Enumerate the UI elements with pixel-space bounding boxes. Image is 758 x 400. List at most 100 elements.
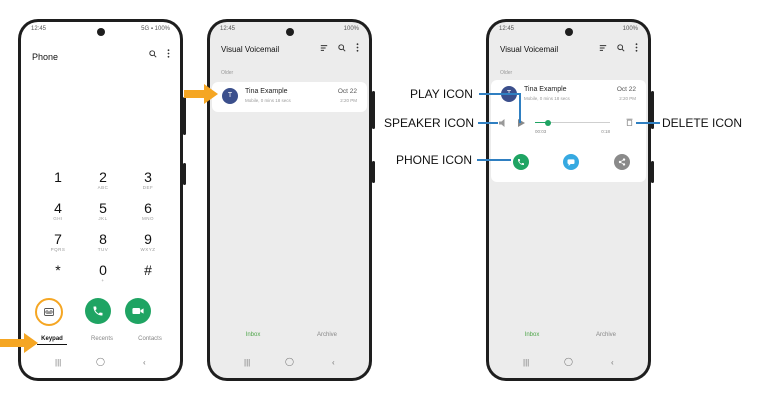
battery-level: 100% [622, 26, 638, 32]
delete-icon-callout: DELETE ICON [662, 116, 743, 130]
search-icon[interactable] [338, 43, 346, 52]
home-icon[interactable]: ◯ [285, 357, 294, 366]
status-time: 12:45 [499, 26, 515, 32]
status-bar: 12:45 100% [499, 26, 638, 32]
battery-level: 100% [154, 26, 170, 32]
bottom-tabs: Inbox Archive [210, 332, 369, 344]
bottom-tabs: Inbox Archive [489, 332, 648, 344]
back-icon[interactable]: ‹ [611, 358, 614, 367]
battery-level: 100% [343, 26, 359, 32]
voicemail-date: Oct 22 [337, 88, 357, 95]
key-star[interactable]: * [38, 263, 78, 283]
page-title: Visual Voicemail [221, 45, 280, 54]
phone-icon [93, 306, 103, 316]
filter-icon[interactable] [599, 44, 607, 52]
call-details: Mobile, 0 mins 18 secs [524, 96, 570, 101]
delete-icon[interactable] [626, 118, 633, 126]
power-button [372, 161, 375, 183]
system-navbar: ||| ◯ ‹ [489, 357, 648, 370]
call-back-button[interactable] [513, 154, 529, 170]
back-icon[interactable]: ‹ [332, 358, 335, 367]
play-callout-line [479, 93, 521, 95]
phone-keypad: 12:45 5G ▪ 100% Phone 1 2 ABC 3 DEF 4 GHI 5… [18, 19, 186, 381]
more-options-icon[interactable] [356, 43, 359, 52]
voicemail-date: Oct 22 [616, 86, 636, 93]
video-call-icon [132, 308, 144, 314]
caller-name: Tina Example [524, 86, 567, 93]
key-3[interactable]: 3 DEF [128, 170, 168, 191]
avatar: T [222, 88, 238, 104]
key-7[interactable]: 7 PQRS [38, 232, 78, 253]
voicemail-list-screen: 12:45 100% Visual Voicemail Older T Tina… [210, 22, 369, 378]
key-8[interactable]: 8 TUV [83, 232, 123, 253]
speaker-icon-callout: SPEAKER ICON [384, 116, 475, 130]
voicemail-time: 2:20 PM [619, 96, 636, 101]
call-details: Mobile, 0 mins 18 secs [245, 98, 291, 103]
recent-apps-icon[interactable]: ||| [523, 358, 529, 367]
key-1[interactable]: 1 [38, 170, 78, 190]
message-icon [567, 158, 575, 166]
search-icon[interactable] [149, 49, 157, 58]
tab-inbox[interactable]: Inbox [517, 332, 547, 338]
caller-name: Tina Example [245, 88, 288, 95]
status-time: 12:45 [31, 26, 47, 32]
bottom-tabs: Keypad Recents Contacts [21, 336, 180, 348]
search-icon[interactable] [617, 43, 625, 52]
more-options-icon[interactable] [635, 43, 638, 52]
status-bar: 12:45 100% [220, 26, 359, 32]
page-title: Visual Voicemail [500, 45, 559, 54]
system-navbar: ||| ◯ ‹ [21, 357, 180, 370]
voicemail-item-expanded: T Tina Example Mobile, 0 mins 18 secs Oc… [491, 80, 646, 182]
side-button [372, 91, 375, 129]
voicemail-button[interactable] [35, 298, 63, 326]
tab-recents[interactable]: Recents [85, 336, 119, 342]
active-tab-underline [37, 344, 67, 345]
playback-slider-handle[interactable] [544, 119, 551, 126]
back-icon[interactable]: ‹ [143, 358, 146, 367]
key-5[interactable]: 5 JKL [83, 201, 123, 222]
status-bar: 12:45 5G ▪ 100% [31, 26, 170, 32]
section-label: Older [500, 70, 513, 76]
tab-keypad[interactable]: Keypad [37, 336, 67, 345]
playback-track[interactable] [535, 119, 610, 126]
video-call-button[interactable] [125, 298, 151, 324]
phone-icon-callout: PHONE ICON [396, 153, 473, 167]
voicemail-time: 2:20 PM [340, 98, 357, 103]
key-hash[interactable]: # [128, 263, 168, 283]
delete-callout-line [636, 122, 660, 124]
key-4[interactable]: 4 GHI [38, 201, 78, 222]
home-icon[interactable]: ◯ [564, 357, 573, 366]
total-duration: 0:18 [601, 129, 610, 134]
tab-inbox[interactable]: Inbox [238, 332, 268, 338]
section-label: Older [221, 70, 234, 76]
phone-voicemail-list: 12:45 100% Visual Voicemail Older T Tina… [207, 19, 375, 381]
more-options-icon[interactable] [167, 49, 170, 58]
speaker-callout-line [478, 122, 498, 124]
tab-contacts[interactable]: Contacts [133, 336, 167, 342]
speaker-icon[interactable] [499, 119, 508, 127]
share-icon [618, 158, 626, 166]
power-button [183, 163, 186, 185]
tab-archive[interactable]: Archive [310, 332, 344, 338]
key-2[interactable]: 2 ABC [83, 170, 123, 191]
home-icon[interactable]: ◯ [96, 357, 105, 366]
signal-label: 5G [141, 26, 150, 32]
key-9[interactable]: 9 WXYZ [128, 232, 168, 253]
status-time: 12:45 [220, 26, 236, 32]
voicemail-item[interactable]: T Tina Example Mobile, 0 mins 18 secs Oc… [212, 82, 367, 112]
key-6[interactable]: 6 MNO [128, 201, 168, 222]
message-button[interactable] [563, 154, 579, 170]
recent-apps-icon[interactable]: ||| [244, 358, 250, 367]
phone-icon [518, 159, 524, 165]
call-button[interactable] [85, 298, 111, 324]
tab-archive[interactable]: Archive [589, 332, 623, 338]
power-button [651, 161, 654, 183]
filter-icon[interactable] [320, 44, 328, 52]
key-0[interactable]: 0 + [83, 263, 123, 284]
voicemail-arrow-icon [184, 84, 218, 104]
play-callout-line-vertical [519, 93, 521, 123]
recent-apps-icon[interactable]: ||| [55, 358, 61, 367]
share-button[interactable] [614, 154, 630, 170]
keypad-screen: 12:45 5G ▪ 100% Phone 1 2 ABC 3 DEF 4 GHI 5… [21, 22, 180, 378]
phone-callout-line [477, 159, 511, 161]
